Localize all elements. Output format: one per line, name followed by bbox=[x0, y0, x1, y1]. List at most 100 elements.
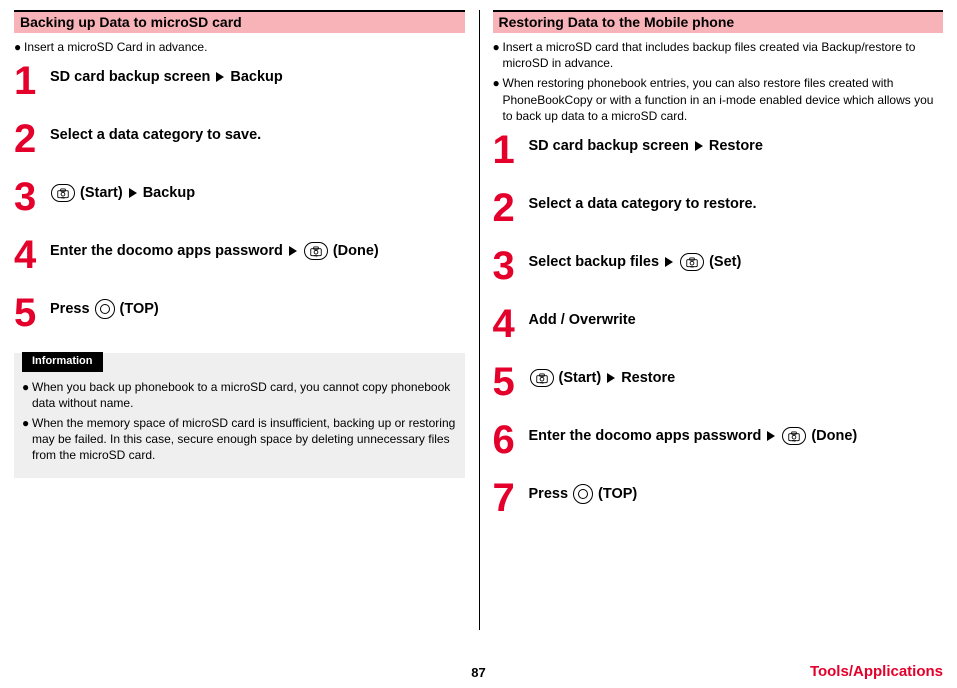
step-text-part: (Start) bbox=[559, 368, 602, 388]
bullet-text: Insert a microSD Card in advance. bbox=[24, 39, 207, 55]
camera-tv-button-icon: TV bbox=[51, 184, 75, 202]
step-text-part: Press bbox=[529, 484, 569, 504]
camera-tv-button-icon: TV bbox=[304, 242, 328, 260]
step-text-part: (Done) bbox=[811, 426, 857, 446]
step-number: 6 bbox=[493, 422, 525, 458]
step-number: 4 bbox=[493, 306, 525, 342]
step-number: 1 bbox=[14, 63, 46, 99]
step-item: 5Press (TOP) bbox=[14, 295, 465, 331]
step-text-part: Press bbox=[50, 299, 90, 319]
step-text-part: Restore bbox=[621, 368, 675, 388]
step-number: 3 bbox=[493, 248, 525, 284]
step-text-part: (Done) bbox=[333, 241, 379, 261]
step-item: 4Enter the docomo apps password TV (Done) bbox=[14, 237, 465, 273]
right-header: Restoring Data to the Mobile phone bbox=[493, 10, 944, 33]
bullet-item: ●Insert a microSD card that includes bac… bbox=[493, 39, 944, 71]
step-text-part: Select a data category to save. bbox=[50, 125, 261, 145]
svg-text:TV: TV bbox=[61, 196, 65, 200]
center-button-icon bbox=[573, 484, 593, 504]
step-text-part: Enter the docomo apps password bbox=[529, 426, 762, 446]
arrow-icon bbox=[216, 72, 224, 82]
svg-text:TV: TV bbox=[792, 439, 796, 443]
step-number: 1 bbox=[493, 132, 525, 168]
step-text-part: Restore bbox=[709, 136, 763, 156]
bullet-dot-icon: ● bbox=[22, 379, 32, 395]
step-item: 1SD card backup screen Restore bbox=[493, 132, 944, 168]
step-item: 3Select backup files TV (Set) bbox=[493, 248, 944, 284]
step-text-part: (Start) bbox=[80, 183, 123, 203]
bullet-item: ●When you back up phonebook to a microSD… bbox=[22, 379, 457, 411]
left-steps: 1SD card backup screenBackup 2Select a da… bbox=[14, 63, 465, 331]
step-instruction: TV (Start) Backup bbox=[46, 179, 195, 203]
arrow-icon bbox=[695, 141, 703, 151]
step-instruction: Add / Overwrite bbox=[525, 306, 636, 330]
bullet-text: When restoring phonebook entries, you ca… bbox=[503, 75, 944, 124]
bullet-text: Insert a microSD card that includes back… bbox=[503, 39, 944, 71]
step-instruction: Enter the docomo apps password TV (Done) bbox=[525, 422, 858, 446]
step-text-part: Select a data category to restore. bbox=[529, 194, 757, 214]
step-text-part: Enter the docomo apps password bbox=[50, 241, 283, 261]
step-text-part: Backup bbox=[143, 183, 195, 203]
bullet-dot-icon: ● bbox=[22, 415, 32, 431]
left-column: Backing up Data to microSD card ●Insert … bbox=[0, 0, 479, 640]
step-item: 3 TV (Start) Backup bbox=[14, 179, 465, 215]
right-pre-bullets: ●Insert a microSD card that includes bac… bbox=[493, 39, 944, 124]
step-instruction: Select a data category to save. bbox=[46, 121, 261, 145]
bullet-item: ●When restoring phonebook entries, you c… bbox=[493, 75, 944, 124]
step-instruction: Select a data category to restore. bbox=[525, 190, 757, 214]
step-number: 2 bbox=[493, 190, 525, 226]
page-footer: 87 Tools/Applications bbox=[0, 665, 957, 680]
step-instruction: TV (Start) Restore bbox=[525, 364, 676, 388]
left-pre-bullets: ●Insert a microSD Card in advance. bbox=[14, 39, 465, 55]
step-item: 7Press (TOP) bbox=[493, 480, 944, 516]
step-text-part: SD card backup screen bbox=[529, 136, 689, 156]
step-text-part: (TOP) bbox=[598, 484, 637, 504]
bullet-dot-icon: ● bbox=[493, 75, 503, 91]
step-number: 2 bbox=[14, 121, 46, 157]
step-text-part: (Set) bbox=[709, 252, 741, 272]
bullet-text: When you back up phonebook to a microSD … bbox=[32, 379, 457, 411]
step-instruction: SD card backup screenBackup bbox=[46, 63, 283, 87]
page-number: 87 bbox=[14, 665, 943, 680]
step-number: 5 bbox=[14, 295, 46, 331]
step-item: 4Add / Overwrite bbox=[493, 306, 944, 342]
step-number: 3 bbox=[14, 179, 46, 215]
step-instruction: Press (TOP) bbox=[525, 480, 638, 504]
step-number: 4 bbox=[14, 237, 46, 273]
arrow-icon bbox=[767, 431, 775, 441]
information-label: Information bbox=[22, 352, 103, 371]
step-instruction: Press (TOP) bbox=[46, 295, 159, 319]
right-steps: 1SD card backup screen Restore 2Select a d… bbox=[493, 132, 944, 516]
camera-tv-button-icon: TV bbox=[530, 369, 554, 387]
svg-text:TV: TV bbox=[314, 254, 318, 258]
center-button-icon bbox=[95, 299, 115, 319]
step-item: 2Select a data category to save. bbox=[14, 121, 465, 157]
arrow-icon bbox=[129, 188, 137, 198]
step-instruction: SD card backup screen Restore bbox=[525, 132, 763, 156]
arrow-icon bbox=[289, 246, 297, 256]
camera-tv-button-icon: TV bbox=[782, 427, 806, 445]
step-text-part: Select backup files bbox=[529, 252, 660, 272]
camera-tv-button-icon: TV bbox=[680, 253, 704, 271]
step-text-part: Backup bbox=[230, 67, 282, 87]
footer-section: Tools/Applications bbox=[810, 663, 943, 680]
bullet-text: When the memory space of microSD card is… bbox=[32, 415, 457, 464]
bullet-dot-icon: ● bbox=[14, 39, 24, 55]
bullet-item: ●When the memory space of microSD card i… bbox=[22, 415, 457, 464]
svg-text:TV: TV bbox=[690, 265, 694, 269]
bullet-dot-icon: ● bbox=[493, 39, 503, 55]
step-item: 2Select a data category to restore. bbox=[493, 190, 944, 226]
step-instruction: Enter the docomo apps password TV (Done) bbox=[46, 237, 379, 261]
step-item: 6Enter the docomo apps password TV (Done) bbox=[493, 422, 944, 458]
left-header: Backing up Data to microSD card bbox=[14, 10, 465, 33]
arrow-icon bbox=[665, 257, 673, 267]
step-number: 7 bbox=[493, 480, 525, 516]
step-number: 5 bbox=[493, 364, 525, 400]
step-text-part: Add / Overwrite bbox=[529, 310, 636, 330]
right-column: Restoring Data to the Mobile phone ●Inse… bbox=[479, 0, 957, 640]
svg-text:TV: TV bbox=[540, 381, 544, 385]
step-instruction: Select backup files TV (Set) bbox=[525, 248, 742, 272]
step-text-part: (TOP) bbox=[120, 299, 159, 319]
arrow-icon bbox=[607, 373, 615, 383]
step-item: 5 TV (Start) Restore bbox=[493, 364, 944, 400]
